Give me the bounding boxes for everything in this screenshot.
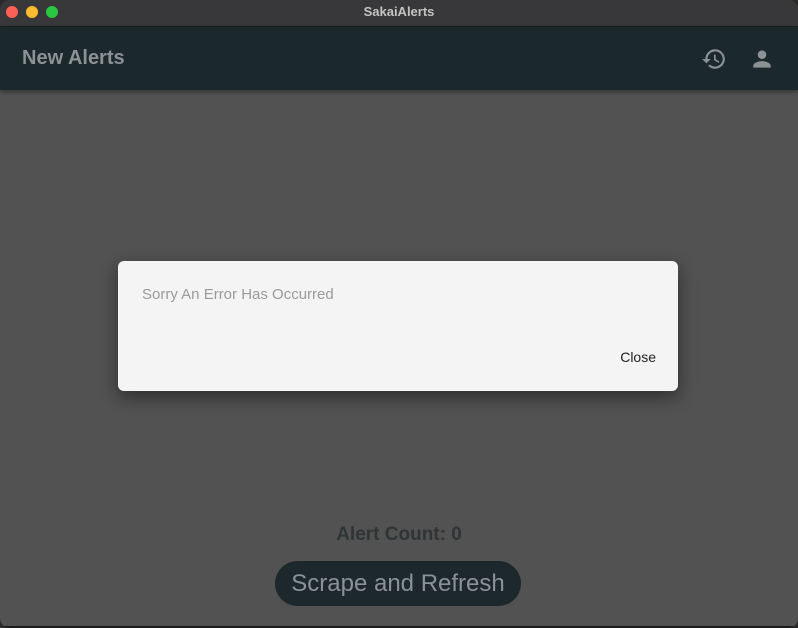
app-bar: New Alerts (0, 27, 798, 90)
close-button[interactable]: Close (620, 349, 656, 365)
error-message: Sorry An Error Has Occurred (142, 286, 334, 303)
app-window: SakaiAlerts New Alerts Alert Count: 0 Sc… (0, 0, 798, 628)
error-dialog: Sorry An Error Has Occurred Close (118, 261, 678, 391)
scrape-and-refresh-button[interactable]: Scrape and Refresh (275, 561, 521, 606)
title-bar: SakaiAlerts (0, 0, 798, 27)
page-title: New Alerts (22, 47, 125, 69)
account-icon[interactable] (749, 46, 775, 72)
alert-count-label: Alert Count: 0 (336, 524, 462, 545)
history-icon[interactable] (701, 46, 727, 72)
window-title: SakaiAlerts (363, 4, 435, 19)
